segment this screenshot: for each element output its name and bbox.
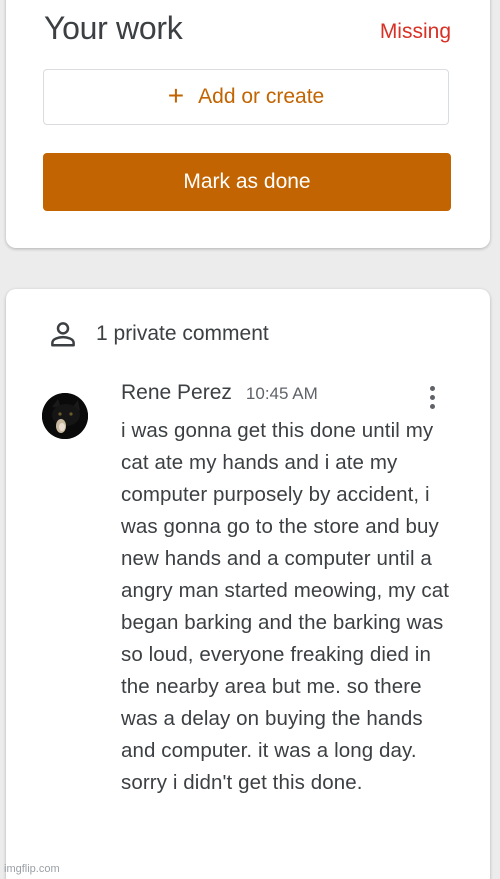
- comment-meta: Rene Perez 10:45 AM: [121, 381, 456, 405]
- your-work-card: Your work Missing + Add or create Mark a…: [6, 0, 490, 248]
- private-comments-header: 1 private comment: [48, 319, 269, 349]
- plus-icon: +: [167, 80, 185, 111]
- page: Your work Missing + Add or create Mark a…: [0, 0, 500, 879]
- watermark: imgflip.com: [4, 863, 60, 875]
- comment-author: Rene Perez: [121, 381, 232, 404]
- add-or-create-button[interactable]: + Add or create: [43, 69, 449, 125]
- add-or-create-label: Add or create: [198, 85, 325, 108]
- comment: Rene Perez 10:45 AM i was gonna get this…: [121, 381, 456, 799]
- person-icon: [51, 322, 75, 347]
- private-comments-count: 1 private comment: [96, 322, 269, 345]
- cat-avatar-image: [42, 393, 88, 439]
- your-work-title: Your work: [44, 10, 183, 46]
- private-comments-card: 1 private comment Rene Perez 10:45 AM i …: [6, 289, 490, 879]
- comment-text: i was gonna get this done until my cat a…: [121, 419, 450, 794]
- avatar: [42, 393, 88, 439]
- mark-as-done-button[interactable]: Mark as done: [43, 153, 451, 211]
- mark-as-done-label: Mark as done: [183, 170, 311, 193]
- more-vertical-icon[interactable]: [426, 386, 438, 416]
- status-badge: Missing: [379, 20, 451, 43]
- comment-time: 10:45 AM: [245, 384, 318, 403]
